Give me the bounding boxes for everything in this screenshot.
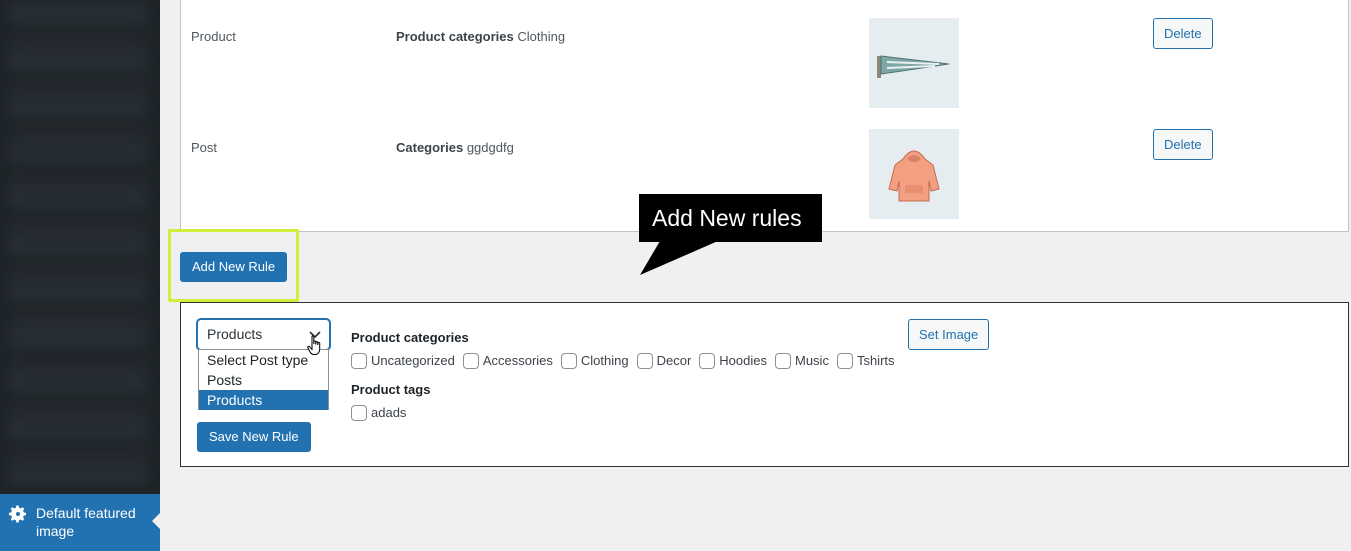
callout-label: Add New rules (639, 194, 822, 242)
product-categories-title: Product categories (351, 330, 469, 345)
new-rule-form: Products Select Post type Posts Products… (180, 302, 1349, 467)
checkbox[interactable] (775, 352, 791, 369)
add-new-rule-button[interactable]: Add New Rule (180, 252, 288, 282)
dropdown-option-selected[interactable]: Products (199, 390, 328, 410)
active-indicator-arrow (152, 513, 160, 529)
checkbox-item[interactable]: Uncategorized (351, 352, 455, 369)
rule-terms: Product categories Clothing (396, 29, 565, 44)
rule-post-type: Post (191, 140, 218, 155)
checkbox-item[interactable]: Accessories (462, 352, 553, 369)
checkbox-item[interactable]: Decor (636, 352, 691, 369)
rule-term: Clothing (517, 29, 566, 44)
checkbox[interactable] (699, 352, 716, 369)
rule-post-type: Product (191, 29, 236, 44)
checkbox-item[interactable]: adads (351, 404, 406, 421)
rule-thumbnail (869, 129, 959, 219)
pennant-image (877, 55, 950, 78)
checkbox-item[interactable]: Tshirts (836, 352, 895, 369)
rule-terms: Categories ggdgdfg (396, 140, 514, 155)
rule-taxonomy-label: Product categories (396, 29, 514, 44)
sidebar-item-label: Default featured image (36, 505, 136, 539)
delete-button[interactable]: Delete (1153, 18, 1213, 49)
product-tags-title: Product tags (351, 382, 431, 397)
sidebar-item-default-featured-image[interactable]: Default featured image (0, 494, 160, 551)
checkbox-item[interactable]: Music (775, 352, 829, 369)
checkbox-item[interactable]: Clothing (560, 352, 629, 369)
rule-taxonomy-label: Categories (396, 140, 464, 155)
blurred-menu (8, 0, 148, 490)
delete-button[interactable]: Delete (1153, 129, 1213, 160)
product-categories-list: Uncategorized Accessories Clothing Decor… (351, 352, 903, 369)
post-type-dropdown: Select Post type Posts Products (198, 349, 329, 410)
checkbox-item[interactable]: Hoodies (699, 352, 767, 369)
product-tags-list: adads (351, 404, 414, 421)
save-new-rule-button[interactable]: Save New Rule (197, 422, 311, 452)
checkbox[interactable] (351, 404, 367, 421)
admin-sidebar: Default featured image (0, 0, 160, 551)
hoodie-image (888, 150, 940, 202)
callout-tail (640, 241, 718, 275)
dropdown-option[interactable]: Posts (199, 370, 328, 390)
checkbox[interactable] (836, 352, 853, 369)
rule-thumbnail (869, 18, 959, 108)
checkbox[interactable] (462, 352, 479, 369)
checkbox[interactable] (351, 352, 367, 369)
set-image-button[interactable]: Set Image (908, 319, 990, 350)
table-row: Product Product categories Clothing Dele… (181, 8, 1348, 119)
hand-cursor-icon (307, 335, 321, 355)
checkbox[interactable] (636, 352, 653, 369)
rule-term: ggdgdfg (466, 140, 514, 155)
gear-icon (9, 505, 26, 523)
checkbox[interactable] (560, 352, 577, 369)
post-type-select-value: Products (207, 326, 263, 342)
